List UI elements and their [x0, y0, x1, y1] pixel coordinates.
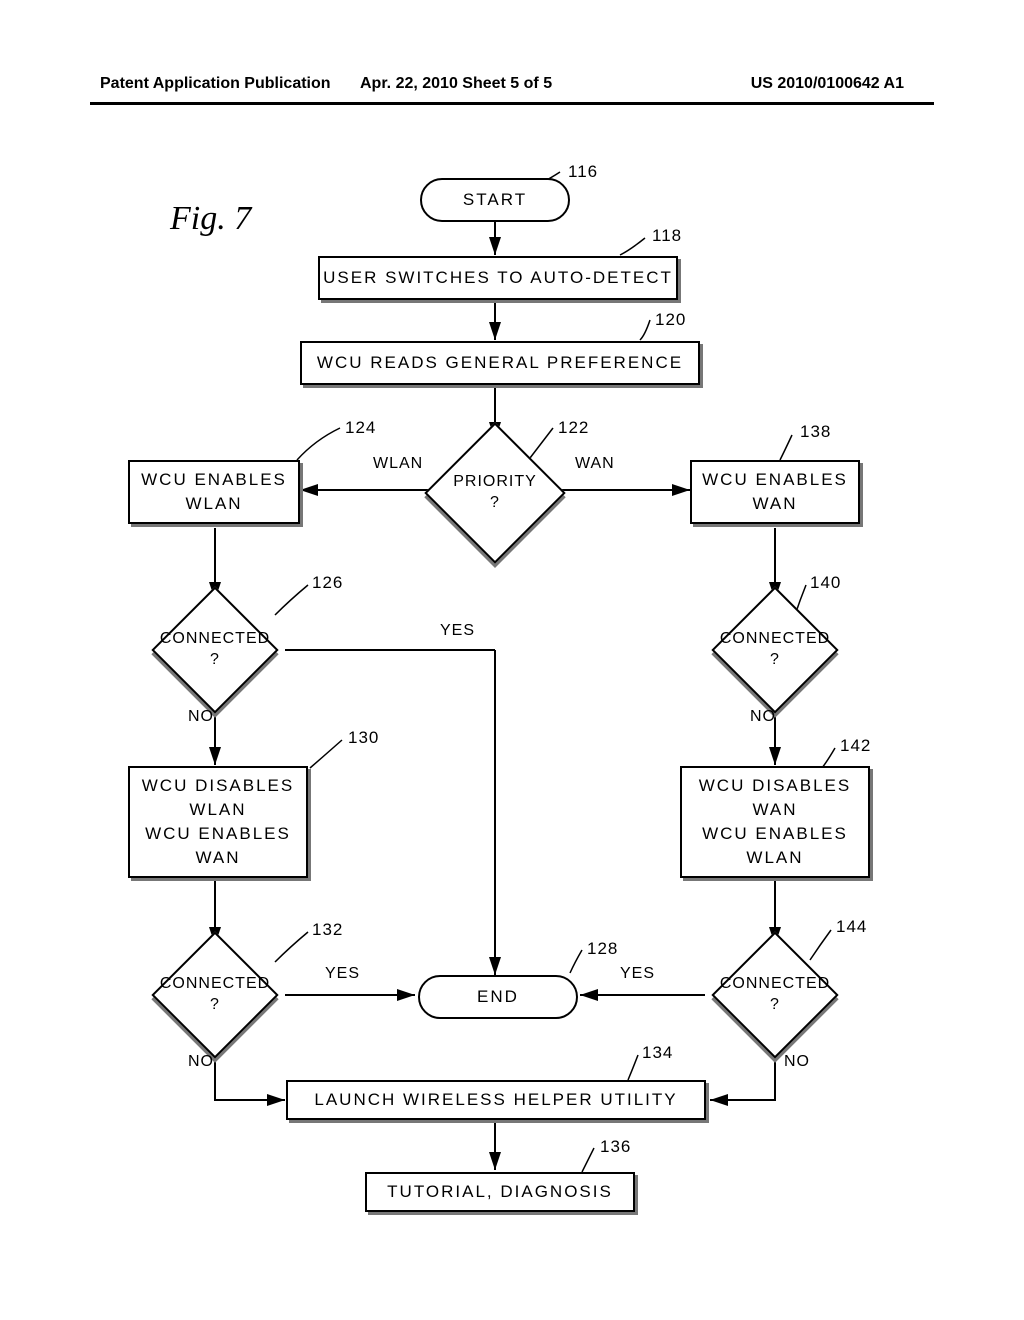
edge-144-yes: YES [620, 965, 655, 983]
edge-132-no: NO [188, 1053, 214, 1071]
step-enable-wlan: WCU ENABLES WLAN [128, 460, 300, 524]
ref-132: 132 [312, 920, 343, 940]
patent-page: Patent Application Publication Apr. 22, … [0, 0, 1024, 1320]
decision-priority: PRIORITY ? [445, 443, 545, 543]
decision-connected-144: CONNECTED ? [720, 945, 830, 1045]
ref-134: 134 [642, 1043, 673, 1063]
end-terminal: END [418, 975, 578, 1019]
ref-128: 128 [587, 939, 618, 959]
ref-116: 116 [568, 162, 598, 182]
ref-136: 136 [600, 1137, 631, 1157]
step-launch-helper: LAUNCH WIRELESS HELPER UTILITY [286, 1080, 706, 1120]
edge-126-yes: YES [440, 622, 475, 640]
decision-connected-126: CONNECTED ? [160, 600, 270, 700]
figure-number: Fig. 7 [170, 200, 251, 238]
edge-132-yes: YES [325, 965, 360, 983]
header-divider [90, 102, 934, 105]
ref-130: 130 [348, 728, 379, 748]
flowchart: Fig. 7 START 116 USER SWITCHES TO AUTO-D… [90, 160, 920, 1260]
ref-140: 140 [810, 573, 841, 593]
edge-126-no: NO [188, 708, 214, 726]
decision-connected-132: CONNECTED ? [160, 945, 270, 1045]
edge-140-no: NO [750, 708, 776, 726]
ref-122: 122 [558, 418, 589, 438]
ref-126: 126 [312, 573, 343, 593]
ref-142: 142 [840, 736, 871, 756]
step-user-switches: USER SWITCHES TO AUTO-DETECT [318, 256, 678, 300]
step-disable-wan-enable-wlan: WCU DISABLES WAN WCU ENABLES WLAN [680, 766, 870, 878]
edge-144-no: NO [784, 1053, 810, 1071]
ref-124: 124 [345, 418, 376, 438]
ref-118: 118 [652, 226, 682, 246]
ref-120: 120 [655, 310, 686, 330]
header-publication: Patent Application Publication [100, 75, 331, 93]
ref-144: 144 [836, 917, 867, 937]
start-terminal: START [420, 178, 570, 222]
step-tutorial-diagnosis: TUTORIAL, DIAGNOSIS [365, 1172, 635, 1212]
ref-138: 138 [800, 422, 831, 442]
decision-connected-140: CONNECTED ? [720, 600, 830, 700]
page-header: Patent Application Publication Apr. 22, … [0, 75, 1024, 93]
edge-wan: WAN [575, 455, 615, 473]
step-enable-wan: WCU ENABLES WAN [690, 460, 860, 524]
header-date-sheet: Apr. 22, 2010 Sheet 5 of 5 [360, 75, 552, 93]
edge-wlan: WLAN [373, 455, 423, 473]
header-pub-number: US 2010/0100642 A1 [751, 75, 904, 93]
step-wcu-reads: WCU READS GENERAL PREFERENCE [300, 341, 700, 385]
step-disable-wlan-enable-wan: WCU DISABLES WLAN WCU ENABLES WAN [128, 766, 308, 878]
